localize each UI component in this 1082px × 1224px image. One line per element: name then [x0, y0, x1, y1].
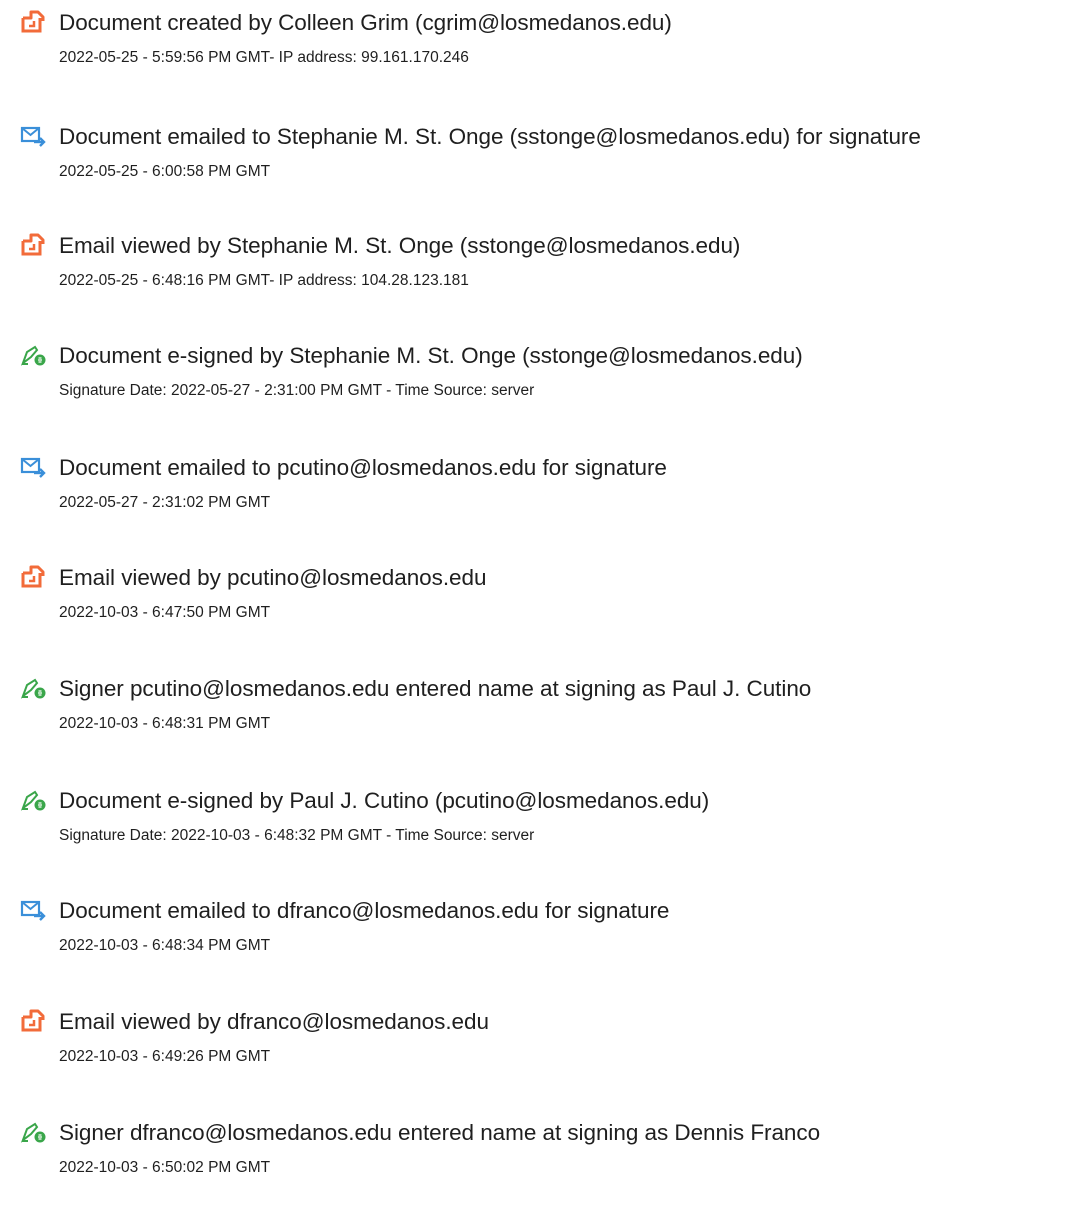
email-sent-icon: [20, 898, 46, 922]
audit-event: Email viewed by Stephanie M. St. Onge (s…: [0, 223, 1082, 323]
audit-event: Signer pcutino@losmedanos.edu entered na…: [0, 666, 1082, 766]
event-title: Document e-signed by Stephanie M. St. On…: [59, 343, 803, 368]
audit-event: Document emailed to pcutino@losmedanos.e…: [0, 445, 1082, 545]
e-sign-pen-icon: [20, 788, 46, 812]
event-title: Email viewed by dfranco@losmedanos.edu: [59, 1009, 489, 1034]
e-sign-pen-icon: [20, 1120, 46, 1144]
audit-event: Document e-signed by Paul J. Cutino (pcu…: [0, 778, 1082, 878]
audit-event: Document e-signed by Stephanie M. St. On…: [0, 333, 1082, 433]
event-detail: 2022-05-25 - 6:00:58 PM GMT: [59, 163, 271, 180]
audit-event: Email viewed by dfranco@losmedanos.edu 2…: [0, 999, 1082, 1099]
event-title: Signer dfranco@losmedanos.edu entered na…: [59, 1120, 821, 1145]
event-detail: Signature Date: 2022-05-27 - 2:31:00 PM …: [59, 382, 535, 399]
event-detail: Signature Date: 2022-10-03 - 6:48:32 PM …: [59, 827, 535, 844]
event-title: Email viewed by Stephanie M. St. Onge (s…: [59, 233, 741, 258]
event-title: Email viewed by pcutino@losmedanos.edu: [59, 565, 487, 590]
document-viewed-icon: [20, 233, 46, 257]
event-title: Document e-signed by Paul J. Cutino (pcu…: [59, 788, 710, 813]
event-detail: 2022-05-25 - 5:59:56 PM GMT- IP address:…: [59, 49, 469, 66]
event-detail: 2022-05-27 - 2:31:02 PM GMT: [59, 494, 271, 511]
event-title: Document emailed to dfranco@losmedanos.e…: [59, 898, 670, 923]
event-title: Signer pcutino@losmedanos.edu entered na…: [59, 676, 812, 701]
document-viewed-icon: [20, 565, 46, 589]
event-title: Document created by Colleen Grim (cgrim@…: [59, 10, 672, 35]
document-viewed-icon: [20, 10, 46, 34]
event-detail: 2022-10-03 - 6:48:31 PM GMT: [59, 715, 271, 732]
audit-event: Document created by Colleen Grim (cgrim@…: [0, 0, 1082, 100]
audit-event: Document emailed to Stephanie M. St. Ong…: [0, 114, 1082, 214]
document-viewed-icon: [20, 1009, 46, 1033]
audit-event: Signer dfranco@losmedanos.edu entered na…: [0, 1110, 1082, 1210]
event-detail: 2022-05-25 - 6:48:16 PM GMT- IP address:…: [59, 272, 469, 289]
audit-event: Document emailed to dfranco@losmedanos.e…: [0, 888, 1082, 988]
event-title: Document emailed to Stephanie M. St. Ong…: [59, 124, 921, 149]
event-detail: 2022-10-03 - 6:49:26 PM GMT: [59, 1048, 271, 1065]
event-detail: 2022-10-03 - 6:47:50 PM GMT: [59, 604, 271, 621]
event-detail: 2022-10-03 - 6:50:02 PM GMT: [59, 1159, 271, 1176]
e-sign-pen-icon: [20, 676, 46, 700]
event-title: Document emailed to pcutino@losmedanos.e…: [59, 455, 667, 480]
e-sign-pen-icon: [20, 343, 46, 367]
event-detail: 2022-10-03 - 6:48:34 PM GMT: [59, 937, 271, 954]
audit-event: Email viewed by pcutino@losmedanos.edu 2…: [0, 555, 1082, 655]
email-sent-icon: [20, 455, 46, 479]
email-sent-icon: [20, 124, 46, 148]
